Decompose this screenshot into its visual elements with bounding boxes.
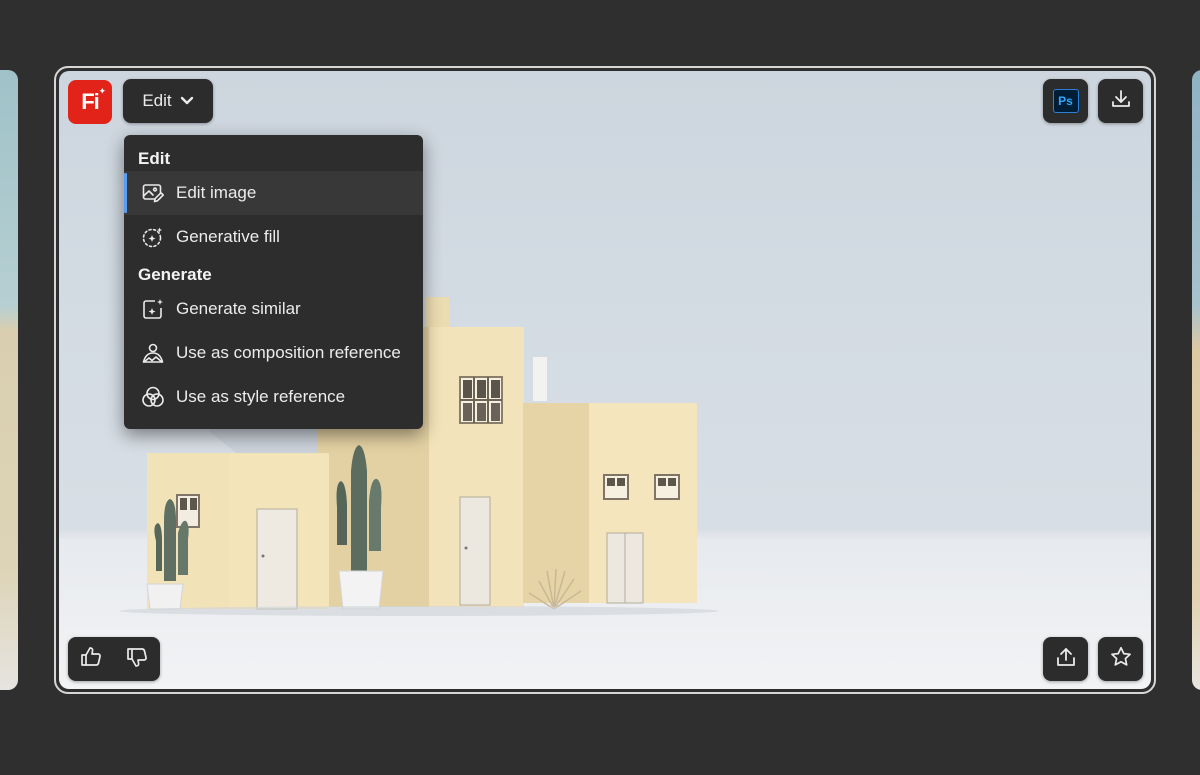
download-icon: [1110, 88, 1132, 115]
edit-dropdown-button[interactable]: Edit: [123, 79, 213, 123]
share-button[interactable]: [1043, 637, 1088, 681]
menu-item-label: Generative fill: [176, 227, 280, 246]
chevron-down-icon: [180, 91, 194, 111]
logo-text: Fi: [81, 89, 100, 114]
menu-item-label: Use as composition reference: [176, 343, 401, 362]
menu-item-label: Use as style reference: [176, 387, 346, 406]
generate-similar-icon: [140, 296, 166, 322]
style-reference-icon: [140, 384, 166, 410]
edit-image-icon: [140, 180, 166, 206]
edit-button-label: Edit: [142, 91, 172, 110]
menu-item-generate-similar[interactable]: Generate similar: [124, 287, 423, 331]
open-in-photoshop-button[interactable]: Ps: [1043, 79, 1088, 123]
previous-image-card[interactable]: [0, 70, 18, 690]
menu-item-label: Edit image: [176, 183, 257, 202]
menu-item-composition-reference[interactable]: Use as composition reference: [124, 331, 423, 375]
menu-heading-edit: Edit: [138, 149, 171, 168]
menu-item-style-reference[interactable]: Use as style reference: [124, 375, 423, 419]
next-image-card[interactable]: [1192, 70, 1200, 690]
menu-item-generative-fill[interactable]: Generative fill: [124, 215, 423, 259]
menu-item-label: Generate similar: [176, 299, 301, 318]
menu-item-edit-image[interactable]: Edit image: [124, 171, 423, 215]
share-icon: [1055, 646, 1077, 673]
edit-dropdown-menu: Edit Edit image Generative fill Generate: [124, 135, 423, 429]
sparkle-icon: ✦: [98, 86, 105, 96]
download-button[interactable]: [1098, 79, 1143, 123]
thumbs-down-icon[interactable]: [125, 645, 149, 674]
menu-heading-generate: Generate: [138, 265, 212, 284]
composition-reference-icon: [140, 340, 166, 366]
photoshop-label: Ps: [1058, 94, 1073, 108]
thumbs-up-icon[interactable]: [79, 645, 103, 674]
star-icon: [1109, 645, 1133, 674]
photoshop-icon: Ps: [1052, 89, 1079, 113]
favorite-button[interactable]: [1098, 637, 1143, 681]
firefly-logo: Fi ✦: [68, 80, 112, 124]
generative-fill-icon: [140, 224, 166, 250]
feedback-buttons: [68, 637, 160, 681]
